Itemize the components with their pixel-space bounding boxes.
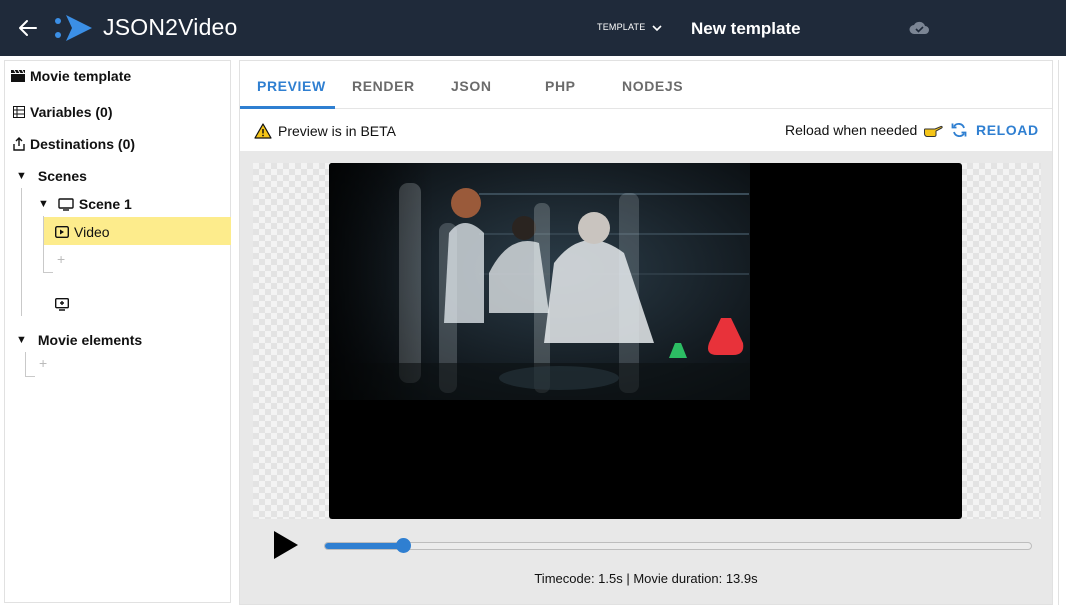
beta-notice: Preview is in BETA (254, 123, 396, 139)
reload-button-label: RELOAD (976, 122, 1039, 138)
sidebar-item-label: Movie template (30, 68, 132, 84)
sidebar-item-label: Movie elements (37, 332, 143, 348)
sidebar-item-label: Scene 1 (78, 196, 132, 212)
timeline-progress (325, 543, 403, 549)
tab-nodejs[interactable]: NODEJS (622, 78, 683, 94)
template-selector[interactable]: TEMPLATE (597, 22, 645, 32)
timeline-thumb[interactable] (395, 538, 411, 553)
expand-triangle-icon[interactable]: ▼ (16, 334, 27, 346)
sidebar: Movie template Variables (0) Destination… (4, 60, 231, 603)
add-scene-icon[interactable] (55, 298, 69, 311)
refresh-icon (951, 123, 967, 137)
top-bar: JSON2Video TEMPLATE New template (0, 0, 1066, 56)
video-frame-image (329, 163, 750, 400)
expand-triangle-icon[interactable]: ▼ (38, 198, 49, 210)
back-arrow-icon[interactable] (16, 16, 40, 40)
variables-table-icon (13, 106, 25, 118)
sidebar-item-label: Scenes (37, 168, 87, 184)
tab-json[interactable]: JSON (451, 78, 492, 94)
sidebar-item-movie-elements[interactable]: ▼ Movie elements (16, 332, 142, 348)
video-canvas[interactable] (329, 163, 962, 519)
timeline-slider[interactable] (324, 538, 1032, 553)
video-play-icon (55, 226, 69, 238)
clapperboard-icon (11, 70, 25, 82)
share-upload-icon (13, 137, 25, 151)
tab-bar: PREVIEW RENDER JSON PHP NODEJS (240, 61, 1052, 109)
add-movie-element-icon[interactable]: + (39, 355, 47, 371)
sidebar-item-label: Video (74, 224, 110, 240)
sidebar-item-destinations[interactable]: Destinations (0) (13, 136, 135, 152)
sidebar-item-variables[interactable]: Variables (0) (13, 104, 113, 120)
preview-area: Timecode: 1.5s | Movie duration: 13.9s (240, 151, 1052, 604)
expand-triangle-icon[interactable]: ▼ (16, 170, 27, 182)
add-element-icon[interactable]: + (57, 251, 65, 267)
tree-line (25, 376, 35, 377)
reload-hint-text: Reload when needed (785, 122, 918, 138)
sidebar-item-video[interactable]: Video (55, 224, 110, 240)
reload-button[interactable]: RELOAD (950, 122, 1039, 138)
sidebar-item-label: Destinations (0) (30, 136, 136, 152)
brand-name[interactable]: JSON2Video (103, 14, 238, 41)
pointing-hand-icon (924, 125, 944, 137)
beta-text: Preview is in BETA (278, 123, 396, 139)
sidebar-item-label: Variables (0) (30, 104, 113, 120)
panel-divider (1058, 60, 1059, 605)
tab-preview[interactable]: PREVIEW (257, 78, 326, 94)
tab-php[interactable]: PHP (545, 78, 576, 94)
reload-hint: Reload when needed (785, 122, 944, 138)
json2video-logo-icon (55, 15, 92, 41)
monitor-icon (58, 197, 74, 211)
sidebar-item-scenes[interactable]: ▼ Scenes (16, 168, 87, 184)
timecode-readout: Timecode: 1.5s | Movie duration: 13.9s (534, 571, 758, 586)
main-panel: PREVIEW RENDER JSON PHP NODEJS Preview i… (239, 60, 1053, 605)
sidebar-item-movie-template[interactable]: Movie template (11, 68, 131, 84)
warning-icon (254, 123, 272, 139)
sidebar-item-scene-1[interactable]: ▼ Scene 1 (38, 196, 132, 212)
tree-line (21, 188, 22, 316)
template-name[interactable]: New template (691, 19, 801, 39)
cloud-saved-icon[interactable] (908, 19, 930, 37)
chevron-down-icon[interactable] (651, 22, 663, 34)
tree-line (25, 352, 26, 376)
tree-line (43, 272, 53, 273)
tree-line (43, 216, 44, 272)
play-icon[interactable] (271, 529, 301, 561)
tab-render[interactable]: RENDER (352, 78, 415, 94)
active-tab-indicator (240, 106, 335, 109)
